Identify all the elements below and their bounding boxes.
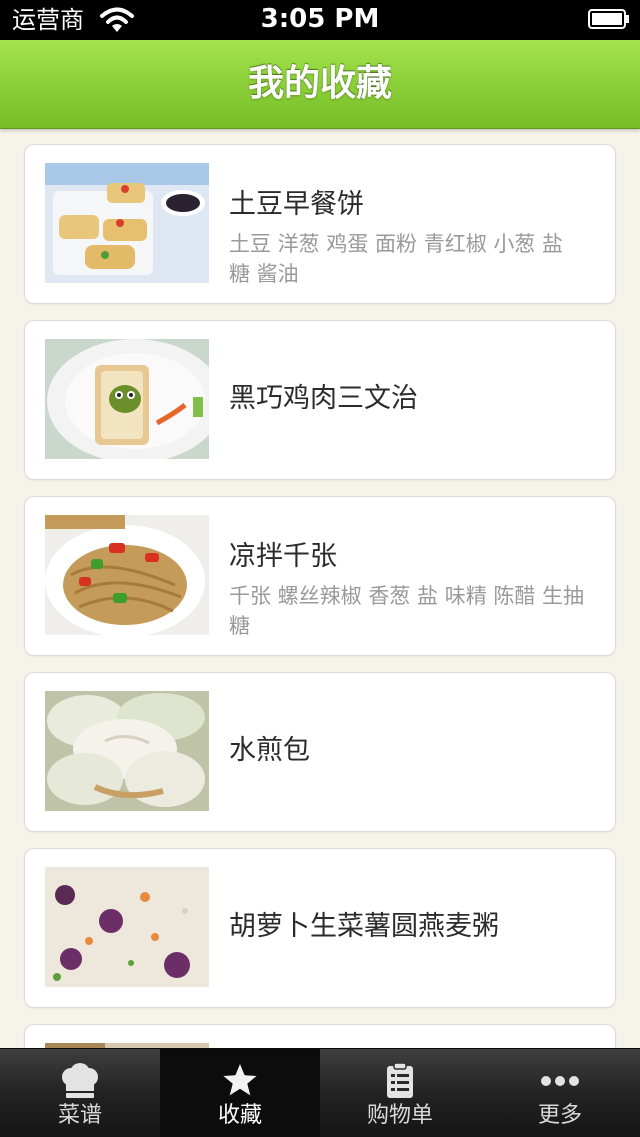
recipe-card[interactable]: 土豆早餐饼 土豆 洋葱 鸡蛋 面粉 青红椒 小葱 盐 糖 酱油: [24, 144, 616, 304]
recipe-thumbnail: [45, 163, 209, 283]
recipe-thumbnail: [45, 867, 209, 987]
battery-icon: [588, 9, 629, 29]
tab-label: 更多: [537, 1103, 582, 1128]
status-bar: 运营商 3:05 PM: [0, 0, 640, 40]
recipe-ingredients: 千张 螺丝辣椒 香葱 盐 味精 陈醋 生抽 糖: [229, 584, 585, 638]
tab-more[interactable]: 更多: [480, 1049, 640, 1137]
recipe-name: 凉拌千张: [229, 541, 337, 572]
recipe-thumbnail: [45, 691, 209, 811]
recipe-thumbnail: [45, 515, 209, 635]
nav-bar: 我的收藏: [0, 40, 640, 129]
recipe-card[interactable]: 黑巧鸡肉三文治: [24, 320, 616, 480]
star-icon: [223, 1064, 257, 1096]
recipe-name: 土豆早餐饼: [229, 189, 364, 220]
recipe-name: 胡萝卜生菜薯圆燕麦粥: [229, 911, 499, 942]
recipe-card[interactable]: 胡萝卜生菜薯圆燕麦粥: [24, 848, 616, 1008]
recipe-card[interactable]: [24, 1024, 616, 1048]
tab-recipes[interactable]: 菜谱: [0, 1049, 160, 1137]
tab-shopping-list[interactable]: 购物单: [320, 1049, 480, 1137]
page-title: 我的收藏: [247, 63, 392, 104]
chef-hat-icon: [62, 1063, 98, 1098]
tab-favorites[interactable]: 收藏: [160, 1049, 320, 1137]
recipe-name: 黑巧鸡肉三文治: [229, 383, 418, 414]
tab-label: 菜谱: [57, 1103, 102, 1128]
clipboard-list-icon: [387, 1063, 413, 1098]
favorites-list[interactable]: 土豆早餐饼 土豆 洋葱 鸡蛋 面粉 青红椒 小葱 盐 糖 酱油 黑巧鸡肉三文治: [0, 128, 640, 1048]
more-dots-icon: [541, 1076, 579, 1086]
status-time: 3:05 PM: [260, 4, 380, 34]
recipe-ingredients: 土豆 洋葱 鸡蛋 面粉 青红椒 小葱 盐 糖 酱油: [229, 232, 564, 286]
recipe-card[interactable]: 水煎包: [24, 672, 616, 832]
tab-label: 购物单: [366, 1103, 433, 1128]
recipe-thumbnail: [45, 339, 209, 459]
tab-bar: 菜谱 收藏 购物单 更多: [0, 1048, 640, 1137]
recipe-name: 水煎包: [229, 735, 310, 766]
tab-label: 收藏: [217, 1103, 262, 1128]
recipe-card[interactable]: 凉拌千张 千张 螺丝辣椒 香葱 盐 味精 陈醋 生抽 糖: [24, 496, 616, 656]
